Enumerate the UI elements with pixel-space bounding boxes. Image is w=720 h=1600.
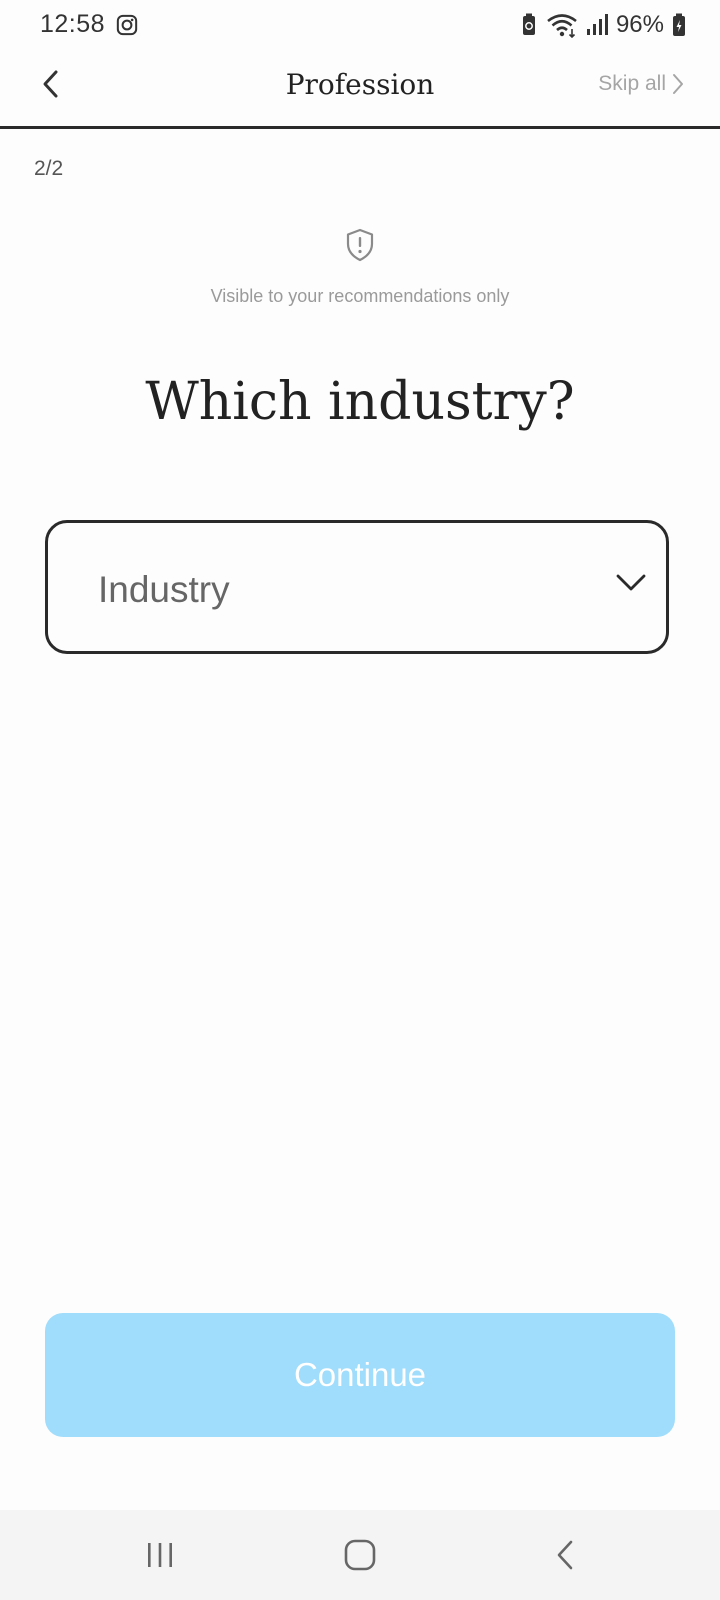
- visibility-note: Visible to your recommendations only: [210, 286, 510, 306]
- battery-saver-icon: [522, 13, 535, 35]
- profession-screen: 12:58 96% Profession Skip all 2/2 Visibl…: [0, 0, 720, 1600]
- status-icons: 96%: [520, 10, 686, 40]
- chevron-right-icon: [673, 74, 683, 94]
- system-back-button[interactable]: [540, 1532, 590, 1578]
- shield-alert-icon: [346, 228, 374, 262]
- step-indicator: 2/2: [34, 157, 64, 180]
- status-bar: 12:58 96%: [0, 0, 720, 52]
- header: Profession Skip all: [0, 56, 720, 126]
- home-icon: [344, 1539, 376, 1571]
- header-divider: [0, 126, 720, 129]
- back-icon: [557, 1540, 573, 1570]
- battery-percent: 96%: [615, 11, 664, 38]
- continue-button[interactable]: Continue: [45, 1313, 675, 1437]
- question-title: Which industry?: [145, 372, 575, 432]
- chevron-down-icon: [616, 574, 646, 591]
- wifi-icon: [547, 14, 577, 38]
- signal-icon: [586, 14, 608, 35]
- skip-all-label: Skip all: [598, 72, 666, 95]
- home-button[interactable]: [335, 1532, 385, 1578]
- battery-icon: [673, 13, 685, 36]
- skip-all-button[interactable]: Skip all: [598, 72, 684, 96]
- navigation-bar: [0, 1510, 720, 1600]
- instagram-icon: [116, 14, 138, 36]
- industry-dropdown-placeholder: Industry: [98, 569, 230, 610]
- recents-button[interactable]: [135, 1532, 185, 1578]
- industry-dropdown[interactable]: Industry: [45, 520, 669, 654]
- status-time: 12:58: [40, 10, 106, 38]
- recents-icon: [148, 1543, 172, 1567]
